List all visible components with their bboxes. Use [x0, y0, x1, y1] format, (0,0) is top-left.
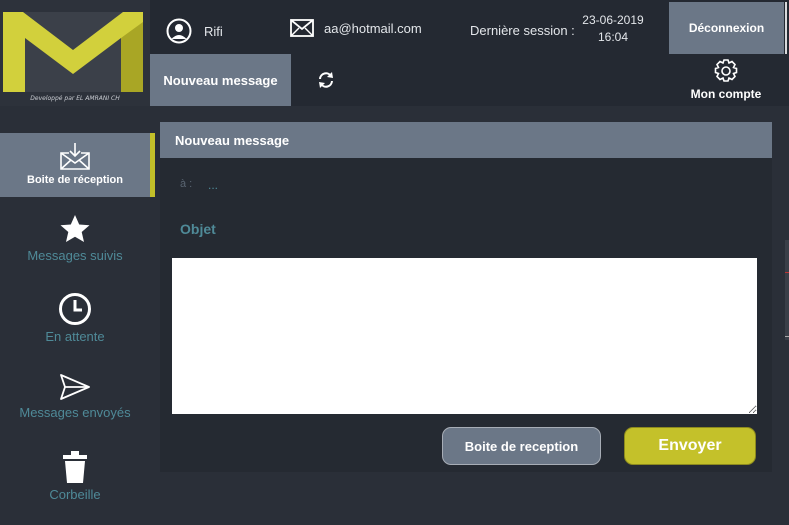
logout-button[interactable]: Déconnexion	[669, 2, 784, 54]
sidebar-item-inbox[interactable]: Boite de réception	[0, 133, 150, 197]
sidebar-item-label: Boite de réception	[27, 174, 123, 186]
sidebar-item-label: En attente	[45, 329, 105, 344]
gear-icon	[714, 59, 738, 82]
window-edge	[785, 2, 787, 54]
sidebar-item-label: Messages envoyés	[19, 405, 131, 420]
compose-panel: Nouveau message à : ... Objet Boite de r…	[160, 122, 772, 472]
sub-toolbar: Nouveau message Mon compte	[150, 54, 789, 106]
to-label: à :	[180, 178, 193, 190]
sidebar-item-pending[interactable]: En attente	[0, 292, 150, 356]
sidebar-item-trash[interactable]: Corbeille	[0, 450, 150, 514]
subject-field[interactable]: Objet	[180, 221, 216, 237]
send-icon	[60, 374, 90, 400]
sidebar-item-followed[interactable]: Messages suivis	[0, 213, 150, 277]
clock-icon	[59, 293, 91, 325]
trash-icon	[63, 451, 87, 483]
user-email: aa@hotmail.com	[290, 19, 422, 37]
sidebar-item-label: Corbeille	[49, 487, 101, 502]
envelope-icon	[290, 19, 314, 37]
account-button[interactable]: Mon compte	[685, 58, 767, 101]
sidebar: Boite de réception Messages suivis En at…	[0, 106, 150, 525]
app-logo: Developpé par EL AMRANI CH	[0, 0, 150, 106]
send-button[interactable]: Envoyer	[624, 427, 756, 465]
last-session-time: 16:04	[597, 30, 629, 44]
user-name: Rifi	[204, 23, 223, 39]
inbox-icon	[60, 143, 90, 170]
active-indicator	[150, 133, 155, 197]
last-session-datetime: 23-06-2019 16:04	[576, 12, 650, 46]
email-address: aa@hotmail.com	[324, 20, 422, 36]
logo-caption: Developpé par EL AMRANI CH	[30, 95, 120, 102]
refresh-icon[interactable]	[317, 71, 335, 89]
background-window-edge	[785, 240, 789, 340]
to-field[interactable]: ...	[208, 178, 218, 192]
edge-line	[785, 272, 789, 273]
message-body-input[interactable]	[172, 258, 757, 414]
sidebar-item-sent[interactable]: Messages envoyés	[0, 372, 150, 436]
edge-line	[785, 336, 789, 337]
tab-new-message[interactable]: Nouveau message	[150, 54, 291, 106]
current-user: Rifi	[166, 17, 223, 45]
inbox-button[interactable]: Boite de reception	[442, 427, 601, 465]
envelope-logo-icon	[3, 12, 143, 92]
compose-title: Nouveau message	[160, 122, 772, 158]
last-session-date: 23-06-2019	[582, 13, 644, 27]
last-session-label: Dernière session :	[470, 23, 575, 38]
user-icon	[166, 18, 192, 44]
account-label: Mon compte	[690, 87, 762, 101]
star-icon	[60, 215, 90, 242]
sidebar-item-label: Messages suivis	[27, 248, 123, 263]
